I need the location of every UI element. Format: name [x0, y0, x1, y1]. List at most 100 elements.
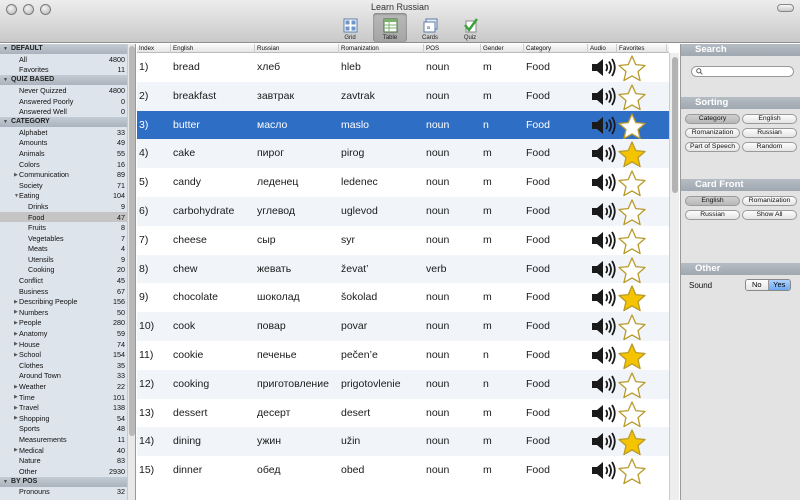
table-row[interactable]: 6) carbohydrate углевод uglevod noun m Food	[137, 197, 669, 226]
sidebar-scroll-thumb[interactable]	[129, 46, 135, 436]
sound-toggle[interactable]: No Yes	[745, 279, 791, 291]
disclosure-expanded-icon[interactable]: ▼	[3, 479, 8, 485]
speaker-icon[interactable]	[590, 87, 618, 106]
sound-yes-option[interactable]: Yes	[768, 280, 790, 290]
disclosure-expanded-icon[interactable]: ▼	[14, 193, 19, 199]
table-scrollbar[interactable]	[669, 53, 679, 500]
disclosure-collapsed-icon[interactable]: ▶	[14, 172, 18, 178]
sidebar-item-animals[interactable]: Animals 55	[0, 148, 135, 159]
sidebar-item-amounts[interactable]: Amounts 49	[0, 138, 135, 149]
star-outline-icon[interactable]	[617, 198, 647, 226]
star-outline-icon[interactable]	[617, 256, 647, 284]
column-header-gender[interactable]: Gender	[481, 44, 524, 53]
star-outline-icon[interactable]	[617, 83, 647, 111]
star-outline-icon[interactable]	[617, 112, 647, 140]
table-row[interactable]: 12) cooking приготовление prigotovlenie noun…	[137, 369, 669, 399]
table-row[interactable]: 5) candy леденец ledenec noun m Food	[137, 168, 669, 197]
speaker-icon[interactable]	[590, 173, 618, 192]
sidebar-item-nature[interactable]: Nature 83	[0, 455, 135, 466]
sidebar-section-quiz-based[interactable]: ▼ QUIZ BASED	[0, 75, 135, 86]
table-row[interactable]: 14) dining ужин užin noun m Food	[137, 427, 669, 457]
speaker-icon[interactable]	[590, 288, 618, 307]
card-front-russian-button[interactable]: Russian	[685, 210, 740, 220]
table-row[interactable]: 11) cookie печенье pečen’e noun n Food	[137, 341, 669, 370]
sidebar-item-pronouns[interactable]: Pronouns 32	[0, 487, 135, 498]
sidebar-item-eating[interactable]: ▼ Eating 104	[0, 191, 135, 202]
sorting-romanization-button[interactable]: Romanization	[685, 128, 740, 138]
sidebar-item-never-quizzed[interactable]: Never Quizzed 4800	[0, 85, 135, 96]
table-row[interactable]: 8) chew жевать ževat’ verb Food	[137, 254, 669, 284]
star-outline-icon[interactable]	[617, 313, 647, 341]
star-outline-icon[interactable]	[617, 457, 647, 485]
toolbar-toggle-button[interactable]	[777, 4, 794, 12]
sorting-part-of-speech-button[interactable]: Part of Speech	[685, 142, 740, 152]
sidebar-item-alphabet[interactable]: Alphabet 33	[0, 127, 135, 138]
card-front-english-button[interactable]: English	[685, 196, 740, 206]
sidebar-item-conflict[interactable]: Conflict 45	[0, 275, 135, 286]
disclosure-collapsed-icon[interactable]: ▶	[14, 299, 18, 305]
sidebar-item-describing-people[interactable]: ▶ Describing People 156	[0, 296, 135, 307]
disclosure-collapsed-icon[interactable]: ▶	[14, 352, 18, 358]
toolbar-table-button[interactable]: Table	[373, 13, 407, 42]
table-row[interactable]: 10) cook повар povar noun m Food	[137, 312, 669, 341]
table-row[interactable]: 1) bread хлеб hleb noun m Food	[137, 53, 669, 82]
disclosure-collapsed-icon[interactable]: ▶	[14, 309, 18, 315]
star-filled-icon[interactable]	[617, 428, 647, 456]
card-front-romanization-button[interactable]: Romanization	[742, 196, 797, 206]
speaker-icon[interactable]	[590, 461, 618, 480]
sidebar-item-vegetables[interactable]: Vegetables 7	[0, 233, 135, 244]
sidebar-item-food[interactable]: Food 47	[0, 211, 135, 223]
sidebar-item-people[interactable]: ▶ People 280	[0, 318, 135, 329]
sidebar-section-category[interactable]: ▼ CATEGORY	[0, 116, 135, 127]
column-header-index[interactable]: Index	[137, 44, 171, 53]
column-header-category[interactable]: Category	[524, 44, 588, 53]
column-header-english[interactable]: English	[171, 44, 255, 53]
sidebar-item-business[interactable]: Business 67	[0, 286, 135, 297]
star-filled-icon[interactable]	[617, 140, 647, 168]
speaker-icon[interactable]	[590, 260, 618, 279]
speaker-icon[interactable]	[590, 202, 618, 221]
sidebar-item-weather[interactable]: ▶ Weather 22	[0, 381, 135, 392]
sidebar-section-default[interactable]: ▼ DEFAULT	[0, 44, 135, 54]
star-outline-icon[interactable]	[617, 400, 647, 428]
table-row[interactable]: 7) cheese сыр syr noun m Food	[137, 226, 669, 255]
disclosure-collapsed-icon[interactable]: ▶	[14, 415, 18, 421]
column-header-audio[interactable]: Audio	[588, 44, 617, 53]
speaker-icon[interactable]	[590, 58, 618, 77]
disclosure-collapsed-icon[interactable]: ▶	[14, 447, 18, 453]
speaker-icon[interactable]	[590, 231, 618, 250]
sidebar-item-drinks[interactable]: Drinks 9	[0, 201, 135, 212]
sidebar-item-numbers[interactable]: ▶ Numbers 50	[0, 307, 135, 318]
sorting-random-button[interactable]: Random	[742, 142, 797, 152]
sidebar-item-travel[interactable]: ▶ Travel 138	[0, 402, 135, 413]
sidebar-item-around-town[interactable]: Around Town 33	[0, 371, 135, 382]
sorting-category-button[interactable]: Category	[685, 114, 740, 124]
sidebar-item-cooking[interactable]: Cooking 20	[0, 265, 135, 276]
sidebar-item-measurements[interactable]: Measurements 11	[0, 434, 135, 445]
speaker-icon[interactable]	[590, 144, 618, 163]
sidebar-section-by-pos[interactable]: ▼ BY POS	[0, 476, 135, 487]
star-filled-icon[interactable]	[617, 284, 647, 312]
sidebar-item-answered-poorly[interactable]: Answered Poorly 0	[0, 96, 135, 107]
sidebar-item-all[interactable]: All 4800	[0, 54, 135, 65]
star-outline-icon[interactable]	[617, 371, 647, 399]
sidebar-item-medical[interactable]: ▶ Medical 40	[0, 445, 135, 456]
sidebar-item-favorites[interactable]: Favorites 11	[0, 65, 135, 76]
table-row[interactable]: 15) dinner обед obed noun m Food	[137, 456, 669, 485]
speaker-icon[interactable]	[590, 116, 618, 135]
star-outline-icon[interactable]	[617, 54, 647, 82]
speaker-icon[interactable]	[590, 432, 618, 451]
sound-no-option[interactable]: No	[746, 280, 769, 290]
sidebar-item-fruits[interactable]: Fruits 8	[0, 222, 135, 233]
star-filled-icon[interactable]	[617, 342, 647, 370]
card-front-show-all-button[interactable]: Show All	[742, 210, 797, 220]
sidebar-item-anatomy[interactable]: ▶ Anatomy 59	[0, 328, 135, 339]
speaker-icon[interactable]	[590, 317, 618, 336]
toolbar-cards-button[interactable]: a Cards	[413, 13, 447, 42]
disclosure-collapsed-icon[interactable]: ▶	[14, 405, 18, 411]
table-row[interactable]: 13) dessert десерт desert noun m Food	[137, 399, 669, 428]
disclosure-collapsed-icon[interactable]: ▶	[14, 341, 18, 347]
sidebar-item-meats[interactable]: Meats 4	[0, 244, 135, 255]
speaker-icon[interactable]	[590, 346, 618, 365]
disclosure-expanded-icon[interactable]: ▼	[3, 46, 8, 52]
